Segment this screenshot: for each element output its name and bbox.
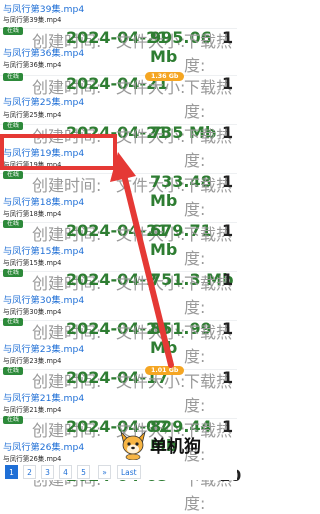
heat-value: 1 [222, 172, 234, 191]
dog-mascot-icon [120, 430, 146, 460]
list-item[interactable]: 在线 创建时间: 2024-04-2 文件大小: 751.3 Mb 下载热度: … [0, 269, 237, 321]
file-title-link[interactable]: 与凤行第18集.mp4 [3, 194, 84, 208]
file-subtitle: 与凤行第30集.mp4 [3, 308, 62, 316]
file-subtitle: 与凤行第36集.mp4 [3, 61, 62, 69]
file-subtitle: 与凤行第21集.mp4 [3, 406, 62, 414]
list-item[interactable]: 在线 创建时间: 2024-04-21 文件大小: 679.71 Mb 下载热度… [0, 220, 237, 272]
list-item[interactable]: 与凤行第39集.mp4 与凤行第39集.mp4 [0, 0, 237, 29]
pagination: 1 2 3 4 5 » Last [0, 462, 237, 480]
file-size-pill: 1.36 Gb [145, 72, 185, 81]
page-3-button[interactable]: 3 [41, 465, 54, 479]
online-badge: 在线 [3, 269, 24, 277]
created-label: 创建时间: [32, 176, 102, 195]
list-item[interactable]: 在线 创建时间: 2024-04-17 文件大小: 1.01 Gb 下载热度: … [0, 366, 237, 419]
file-title-link[interactable]: 与凤行第26集.mp4 [3, 439, 84, 453]
list-item[interactable]: 在线 创建时间: 2024-04-21 文件大小: 735 Mb 下载热度: 1… [0, 122, 237, 174]
heat-value: 1 [222, 221, 234, 240]
online-badge: 在线 [3, 318, 24, 326]
page-2-button[interactable]: 2 [23, 465, 36, 479]
last-page-button[interactable]: Last [117, 465, 141, 479]
list-item[interactable]: 在线 创建时间: 2024-04-21 文件大小: 1.36 Gb 下载热度: … [0, 72, 237, 125]
page-1-button[interactable]: 1 [5, 465, 18, 479]
online-badge: 在线 [3, 220, 24, 228]
online-badge: 在线 [3, 27, 24, 35]
file-title-link[interactable]: 与凤行第36集.mp4 [3, 45, 84, 59]
file-title-link[interactable]: 与凤行第21集.mp4 [3, 390, 84, 404]
next-page-button[interactable]: » [98, 465, 111, 479]
file-title-link[interactable]: 与凤行第30集.mp4 [3, 292, 84, 306]
file-title-link[interactable]: 与凤行第39集.mp4 [3, 1, 84, 15]
page-5-button[interactable]: 5 [77, 465, 90, 479]
heat-value: 1 [222, 270, 234, 289]
heat-value: 1 [222, 368, 234, 387]
heat-value: 1 [222, 319, 234, 338]
file-subtitle: 与凤行第39集.mp4 [3, 16, 62, 24]
watermark-text: 单机狗 [150, 437, 201, 457]
list-item[interactable]: 在线 创建时间: 2024-04-20 文件大小: 851.99 Mb 下载热度… [0, 318, 237, 370]
file-subtitle: 与凤行第25集.mp4 [3, 111, 62, 119]
list-item[interactable]: 在线 创建时间: 文件大小: 733.48 Mb 下载热度: 1 与凤行第18集… [0, 171, 237, 223]
file-subtitle: 与凤行第15集.mp4 [3, 259, 62, 267]
watermark-logo: 单机狗 [118, 426, 237, 460]
online-badge: 在线 [3, 416, 24, 424]
file-title-link[interactable]: 与凤行第15集.mp4 [3, 243, 84, 257]
heat-value: 1 [222, 123, 234, 142]
file-size-pill: 1.01 Gb [145, 366, 185, 375]
heat-value: 1 [222, 28, 234, 47]
file-title-link[interactable]: 与凤行第19集.mp4 [3, 145, 84, 159]
page-4-button[interactable]: 4 [59, 465, 72, 479]
file-title-link[interactable]: 与凤行第25集.mp4 [3, 94, 84, 108]
heat-value: 1 [222, 74, 234, 93]
file-subtitle: 与凤行第18集.mp4 [3, 210, 62, 218]
file-list: 与凤行第39集.mp4 与凤行第39集.mp4 在线 创建时间: 2024-04… [0, 0, 241, 513]
online-badge: 在线 [3, 171, 24, 179]
file-title-link[interactable]: 与凤行第23集.mp4 [3, 341, 84, 355]
list-item[interactable]: 在线 创建时间: 2024-04-21 文件大小: 995.06 Mb 下载热度… [0, 27, 237, 76]
online-badge: 在线 [3, 367, 24, 375]
online-badge: 在线 [3, 122, 24, 130]
file-subtitle: 与凤行第19集.mp4 [3, 161, 62, 169]
online-badge: 在线 [3, 73, 24, 81]
file-subtitle: 与凤行第23集.mp4 [3, 357, 62, 365]
